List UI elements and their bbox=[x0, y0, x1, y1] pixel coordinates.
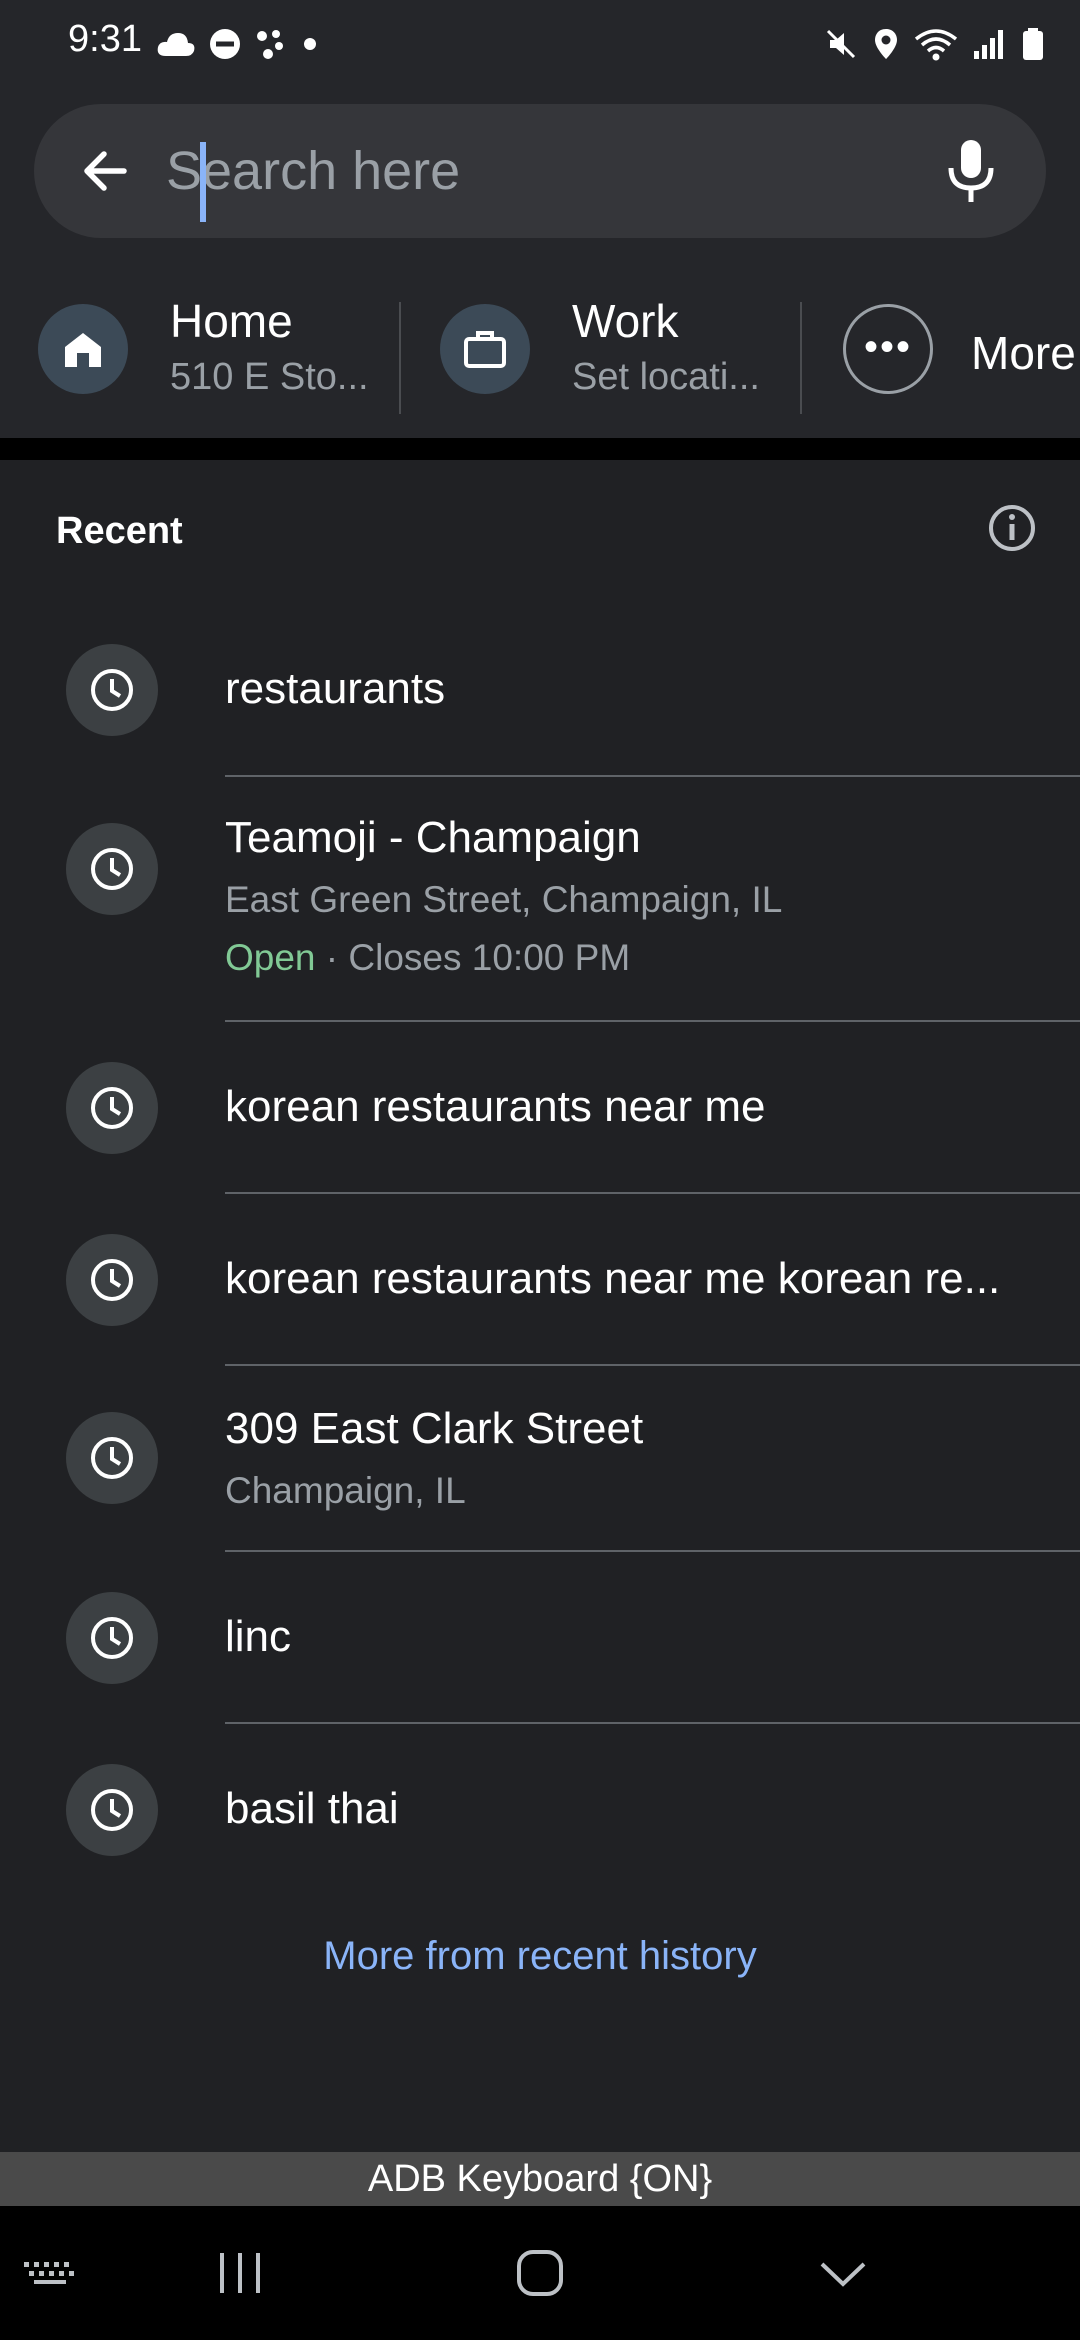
chevron-down-icon bbox=[820, 2262, 866, 2287]
work-title: Work bbox=[572, 295, 679, 347]
more-title: More bbox=[971, 327, 1076, 379]
recent-item-title: basil thai bbox=[225, 1784, 399, 1833]
shortcut-divider bbox=[800, 302, 802, 414]
clock-icon bbox=[91, 1437, 133, 1479]
recent-item-title: Teamoji - Champaign bbox=[225, 813, 641, 862]
history-icon-circle bbox=[66, 823, 158, 915]
work-shortcut[interactable]: Work Set locati... bbox=[402, 280, 800, 420]
info-icon[interactable] bbox=[986, 502, 1038, 554]
home-icon bbox=[65, 333, 101, 367]
recent-item-title: restaurants bbox=[225, 664, 446, 713]
recent-apps-icon bbox=[220, 2253, 260, 2293]
do-not-disturb-icon bbox=[210, 29, 240, 59]
recent-apps-button[interactable] bbox=[190, 2206, 290, 2340]
home-address: 510 E Sto... bbox=[170, 356, 369, 398]
clock-icon bbox=[91, 848, 133, 890]
home-title: Home bbox=[170, 295, 293, 347]
home-shortcut[interactable]: Home 510 E Sto... bbox=[0, 280, 398, 420]
clock-icon bbox=[91, 1617, 133, 1659]
shortcut-divider bbox=[399, 302, 401, 414]
history-icon-circle bbox=[66, 644, 158, 736]
recent-item[interactable]: korean restaurants near me bbox=[0, 1022, 1080, 1194]
recent-item[interactable]: Teamoji - Champaign East Green Street, C… bbox=[0, 777, 1080, 1022]
clock-icon bbox=[91, 669, 133, 711]
open-status: Open bbox=[225, 937, 316, 978]
clock-icon bbox=[91, 1087, 133, 1129]
keyboard-icon bbox=[24, 2262, 74, 2284]
briefcase-icon bbox=[464, 331, 506, 368]
mute-icon bbox=[826, 29, 856, 59]
home-circle-icon bbox=[517, 2250, 563, 2296]
recent-item-address: Champaign, IL bbox=[225, 1470, 466, 1511]
recent-item-title: 309 East Clark Street bbox=[225, 1404, 644, 1453]
history-icon-circle bbox=[66, 1234, 158, 1326]
closing-time: · Closes 10:00 PM bbox=[315, 937, 631, 978]
status-left-icons bbox=[156, 24, 320, 64]
home-nav-button[interactable] bbox=[490, 2206, 590, 2340]
status-time: 9:31 bbox=[68, 18, 142, 60]
more-shortcut[interactable]: ••• More bbox=[803, 280, 1080, 420]
recent-item[interactable]: linc bbox=[0, 1552, 1080, 1724]
header-area: Home 510 E Sto... Work Set locati... •••… bbox=[0, 90, 1080, 438]
more-from-recent-history-link[interactable]: More from recent history bbox=[0, 1934, 1080, 1979]
dot-icon bbox=[304, 38, 316, 50]
back-button[interactable] bbox=[74, 140, 136, 202]
recent-item-title: linc bbox=[225, 1612, 292, 1661]
hide-keyboard-button[interactable] bbox=[793, 2206, 893, 2340]
work-subtitle: Set locati... bbox=[572, 356, 760, 398]
search-input[interactable] bbox=[166, 126, 946, 216]
recent-item-hours: Open · Closes 10:00 PM bbox=[225, 937, 630, 979]
signal-icon bbox=[974, 30, 1003, 59]
keyboard-switch-button[interactable] bbox=[0, 2206, 100, 2340]
home-icon-circle bbox=[38, 304, 128, 394]
wifi-icon bbox=[914, 29, 958, 61]
search-bar[interactable] bbox=[34, 104, 1046, 238]
recent-item-title: korean restaurants near me korean re... bbox=[225, 1254, 1001, 1303]
text-caret bbox=[200, 142, 206, 222]
dots-app-icon bbox=[257, 30, 283, 59]
status-bar: 9:31 bbox=[0, 0, 1080, 90]
voice-search-button[interactable] bbox=[936, 134, 1006, 208]
cloud-icon bbox=[157, 33, 195, 56]
more-dots-icon: ••• bbox=[863, 325, 912, 369]
section-divider bbox=[0, 438, 1080, 460]
recent-item[interactable]: basil thai bbox=[0, 1724, 1080, 1896]
recent-item-address: East Green Street, Champaign, IL bbox=[225, 879, 783, 920]
recent-item-title: korean restaurants near me bbox=[225, 1082, 766, 1131]
clock-icon bbox=[91, 1259, 133, 1301]
recent-item[interactable]: korean restaurants near me korean re... bbox=[0, 1194, 1080, 1366]
status-right-icons bbox=[824, 24, 1044, 64]
history-icon-circle bbox=[66, 1412, 158, 1504]
work-icon-circle bbox=[440, 304, 530, 394]
recent-item[interactable]: 309 East Clark Street Champaign, IL bbox=[0, 1366, 1080, 1552]
saved-places-shortcuts: Home 510 E Sto... Work Set locati... •••… bbox=[0, 280, 1080, 420]
history-icon-circle bbox=[66, 1764, 158, 1856]
system-navigation-bar bbox=[0, 2206, 1080, 2340]
history-icon-circle bbox=[66, 1062, 158, 1154]
recent-heading: Recent bbox=[56, 510, 183, 552]
location-icon bbox=[875, 29, 897, 59]
microphone-icon bbox=[948, 140, 994, 202]
arrow-back-icon bbox=[84, 151, 127, 191]
more-options-circle: ••• bbox=[843, 304, 933, 394]
history-icon-circle bbox=[66, 1592, 158, 1684]
battery-icon bbox=[1023, 28, 1043, 60]
keyboard-status-bar: ADB Keyboard {ON} bbox=[0, 2152, 1080, 2206]
recent-item[interactable]: restaurants bbox=[0, 600, 1080, 777]
clock-icon bbox=[91, 1789, 133, 1831]
